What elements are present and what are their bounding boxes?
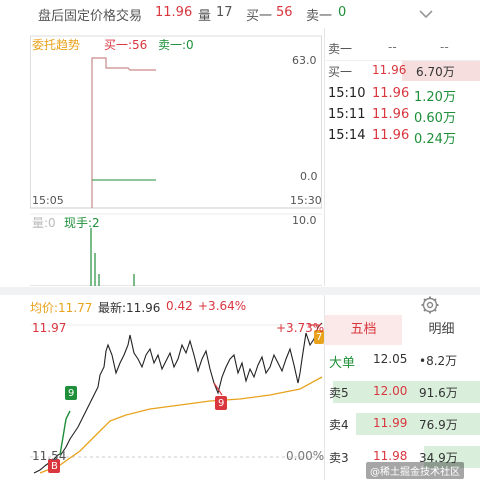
- header-sell1-value: 0: [338, 5, 347, 20]
- trade-vol: 0.24万: [414, 132, 456, 147]
- intraday-pct: +3.64%: [198, 299, 247, 313]
- chevron-down-icon[interactable]: [417, 4, 435, 22]
- ask-label: 卖3: [329, 451, 349, 465]
- trade-vol: 1.20万: [414, 90, 456, 105]
- header-title: 盘后固定价格交易: [38, 9, 143, 24]
- tab-details[interactable]: 明细: [403, 315, 480, 345]
- intraday-latest: 最新:11.96: [98, 301, 161, 315]
- trade-row: 15:14 11.96 0.24万: [326, 126, 480, 147]
- trade-row: 15:10 11.96 1.20万: [326, 84, 480, 105]
- orderbook-sell1-price: --: [388, 40, 397, 54]
- entrust-buy1: 买一:56: [104, 38, 148, 52]
- entrust-trend-chart: [30, 35, 322, 286]
- big-order-label: 大单: [329, 356, 356, 371]
- intraday-avg: 均价:11.77: [30, 301, 93, 315]
- intraday-change: 0.42: [166, 299, 193, 313]
- big-order-vol: •8.2万: [419, 354, 458, 368]
- trade-time: 15:11: [328, 107, 366, 122]
- entrust-current: 现手:2: [64, 216, 100, 230]
- trade-time: 15:10: [328, 86, 366, 101]
- orderbook-panel: 卖一 -- -- 买一 11.96 6.70万 15:10 11.96 1.20…: [326, 28, 480, 188]
- header-buy1-value: 56: [276, 5, 293, 20]
- trade-vol: 0.60万: [414, 111, 456, 126]
- trade-row: 15:11 11.96 0.60万: [326, 105, 480, 126]
- vertical-divider: [324, 28, 325, 286]
- ask-label: 卖5: [329, 386, 349, 400]
- entrust-time-start: 15:05: [32, 194, 64, 207]
- header-price: 11.96: [155, 5, 193, 20]
- orderbook-sell1-row: 卖一 -- --: [326, 38, 480, 58]
- orderbook-sell1-vol: --: [440, 40, 449, 54]
- ask-row: 卖4 11.99 76.9万: [325, 413, 480, 435]
- big-order-row: 大单 12.05 •8.2万: [325, 349, 480, 371]
- tab-five-levels[interactable]: 五档: [325, 315, 402, 345]
- orderbook-buy1-vol: 6.70万: [416, 65, 455, 79]
- entrust-vol-top: 10.0: [292, 214, 317, 227]
- bottom-vertical-divider: [324, 295, 325, 480]
- ask-vol: 76.9万: [419, 418, 458, 432]
- marker-green-9: 9: [68, 388, 75, 399]
- trade-price: 11.96: [372, 107, 410, 122]
- orderbook-buy1-label: 买一: [328, 65, 353, 79]
- ask-row: 卖5 12.00 91.6万: [325, 381, 480, 403]
- section-divider: [0, 287, 480, 295]
- header-buy1-label: 买一: [246, 9, 273, 24]
- orderbook-buy1-row: 买一 11.96 6.70万: [326, 61, 480, 81]
- ask-price: 11.99: [373, 416, 408, 430]
- entrust-y-bottom: 0.0: [300, 170, 318, 183]
- ask-price: 12.00: [373, 384, 408, 398]
- header-vol-value: 17: [216, 5, 233, 20]
- intraday-low-pct: 0.00%: [286, 449, 325, 463]
- entrust-y-top: 63.0: [292, 54, 317, 67]
- intraday-low-price: 11.54: [32, 449, 67, 463]
- watermark: @稀土掘金技术社区: [366, 462, 464, 479]
- trade-time: 15:14: [328, 128, 366, 143]
- header-bar: 盘后固定价格交易 11.96 量 17 买一 56 卖一 0: [0, 0, 480, 28]
- ask-price: 11.98: [373, 449, 408, 463]
- ask-vol: 91.6万: [419, 386, 458, 400]
- depth-panel: 五档 明细 大单 12.05 •8.2万 卖5 12.00 91.6万 卖4 1…: [325, 315, 480, 480]
- intraday-high-price: 11.97: [32, 321, 67, 335]
- entrust-sell1: 卖一:0: [158, 38, 194, 52]
- orderbook-sell1-label: 卖一: [328, 42, 353, 56]
- intraday-high-pct: +3.73%: [276, 321, 325, 335]
- big-order-price: 12.05: [373, 352, 408, 366]
- orderbook-buy1-price: 11.96: [372, 63, 407, 77]
- trade-price: 11.96: [372, 128, 410, 143]
- header-sell1-label: 卖一: [306, 9, 333, 24]
- entrust-vol-left: 量:0: [32, 216, 56, 230]
- gear-icon[interactable]: [420, 295, 440, 315]
- marker-red-9: 9: [218, 398, 225, 409]
- ask-label: 卖4: [329, 418, 349, 432]
- trade-price: 11.96: [372, 86, 410, 101]
- entrust-title: 委托趋势: [32, 38, 81, 52]
- entrust-time-end: 15:30: [290, 194, 322, 207]
- header-vol-label: 量: [198, 9, 212, 24]
- entrust-trend-panel: 委托趋势 买一:56 卖一:0 63.0 0.0 15:05 15:30 量:0…: [30, 28, 322, 286]
